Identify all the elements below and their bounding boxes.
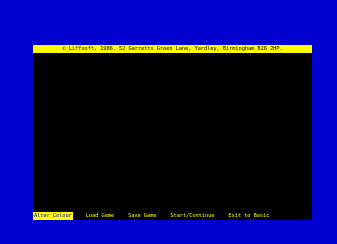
copyright-banner: © Liffsoft, 1986. 52 Garretts Green Lane… <box>33 45 312 53</box>
game-screen: © Liffsoft, 1986. 52 Garretts Green Lane… <box>33 45 312 220</box>
copyright-text: © Liffsoft, 1986. 52 Garretts Green Lane… <box>62 46 283 52</box>
menu-item-save-game[interactable]: Save Game <box>127 212 157 220</box>
game-area <box>33 53 312 212</box>
menu-item-load-game[interactable]: Load Game <box>85 212 115 220</box>
menu-item-alter-colour[interactable]: Alter Colour <box>33 212 73 220</box>
menu-bar: Alter Colour Load Game Save Game Start/C… <box>33 212 312 220</box>
menu-item-start-continue[interactable]: Start/Continue <box>169 212 215 220</box>
menu-item-exit-to-basic[interactable]: Exit to Basic <box>227 212 270 220</box>
